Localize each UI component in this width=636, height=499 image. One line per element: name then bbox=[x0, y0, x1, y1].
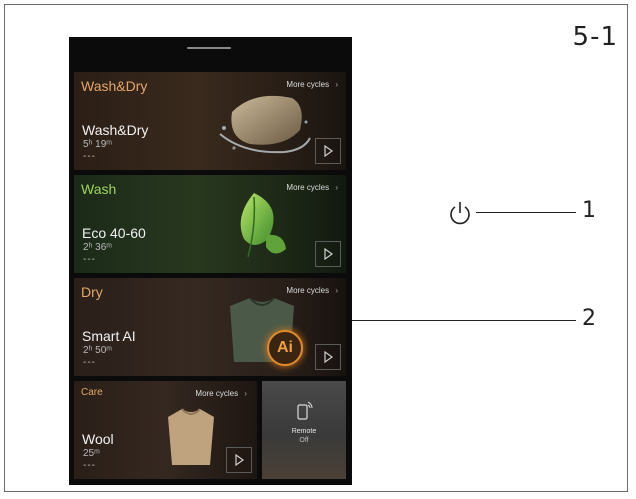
power-icon[interactable] bbox=[448, 200, 472, 226]
category-label: Wash&Dry bbox=[81, 78, 148, 94]
remote-control-tile[interactable]: Remote Off bbox=[262, 381, 346, 479]
cycle-time: 5ʰ 19ᵐ bbox=[83, 139, 113, 150]
cycle-extra: --- bbox=[83, 460, 96, 471]
cycle-name: Wool bbox=[82, 431, 114, 447]
cycle-name: Eco 40-60 bbox=[82, 225, 146, 241]
wash-dry-illustration-icon bbox=[219, 95, 311, 154]
chevron-right-icon: › bbox=[335, 286, 338, 295]
chevron-right-icon: › bbox=[335, 80, 338, 89]
start-button[interactable] bbox=[315, 344, 341, 370]
control-panel-screen: Wash&Dry More cycles › Wash&Dry 5ʰ 19ᵐ -… bbox=[69, 37, 352, 485]
callout-line-2 bbox=[352, 320, 576, 321]
cycle-card-care[interactable]: Care More cycles › Wool 25ᵐ --- bbox=[74, 381, 257, 479]
cycle-card-dry[interactable]: Dry More cycles › Ai Smart AI 2ʰ 50ᵐ --- bbox=[74, 278, 346, 376]
remote-phone-icon bbox=[297, 401, 313, 420]
start-button[interactable] bbox=[315, 138, 341, 164]
play-icon bbox=[324, 248, 334, 260]
ai-badge-label: Ai bbox=[277, 339, 293, 356]
remote-status: Off bbox=[299, 437, 309, 444]
drag-handle[interactable] bbox=[187, 47, 231, 49]
cycle-card-wash-dry[interactable]: Wash&Dry More cycles › Wash&Dry 5ʰ 19ᵐ -… bbox=[74, 72, 346, 170]
callout-number-2: 2 bbox=[582, 306, 596, 331]
play-icon bbox=[324, 351, 334, 363]
more-cycles-label: More cycles bbox=[195, 389, 239, 398]
chevron-right-icon: › bbox=[244, 389, 247, 398]
play-icon bbox=[324, 145, 334, 157]
cycle-card-wash[interactable]: Wash More cycles › Eco 40-60 2ʰ 36ᵐ --- bbox=[74, 175, 346, 273]
chevron-right-icon: › bbox=[335, 183, 338, 192]
cycle-extra: --- bbox=[83, 151, 96, 162]
start-button[interactable] bbox=[226, 447, 252, 473]
cycle-time: 25ᵐ bbox=[83, 448, 100, 459]
category-label: Dry bbox=[81, 284, 103, 300]
callout-number-1: 1 bbox=[582, 198, 596, 223]
play-icon bbox=[235, 454, 245, 466]
sweater-illustration-icon bbox=[168, 408, 214, 465]
category-label: Wash bbox=[81, 181, 117, 197]
callout-line-1 bbox=[476, 212, 576, 213]
start-button[interactable] bbox=[315, 241, 341, 267]
figure-label: 5-1 bbox=[572, 22, 618, 52]
more-cycles-link[interactable]: More cycles › bbox=[195, 389, 247, 398]
cycle-name: Smart AI bbox=[82, 328, 136, 344]
more-cycles-link[interactable]: More cycles › bbox=[286, 183, 338, 192]
cycle-name: Wash&Dry bbox=[82, 122, 149, 138]
cycle-extra: --- bbox=[83, 254, 96, 265]
remote-label: Remote bbox=[291, 428, 317, 435]
cycle-time: 2ʰ 36ᵐ bbox=[83, 242, 113, 253]
cycle-extra: --- bbox=[83, 357, 96, 368]
ai-badge-icon: Ai bbox=[267, 330, 303, 366]
cycle-time: 2ʰ 50ᵐ bbox=[83, 345, 113, 356]
leaf-illustration-icon bbox=[240, 193, 286, 258]
category-label: Care bbox=[81, 387, 103, 398]
